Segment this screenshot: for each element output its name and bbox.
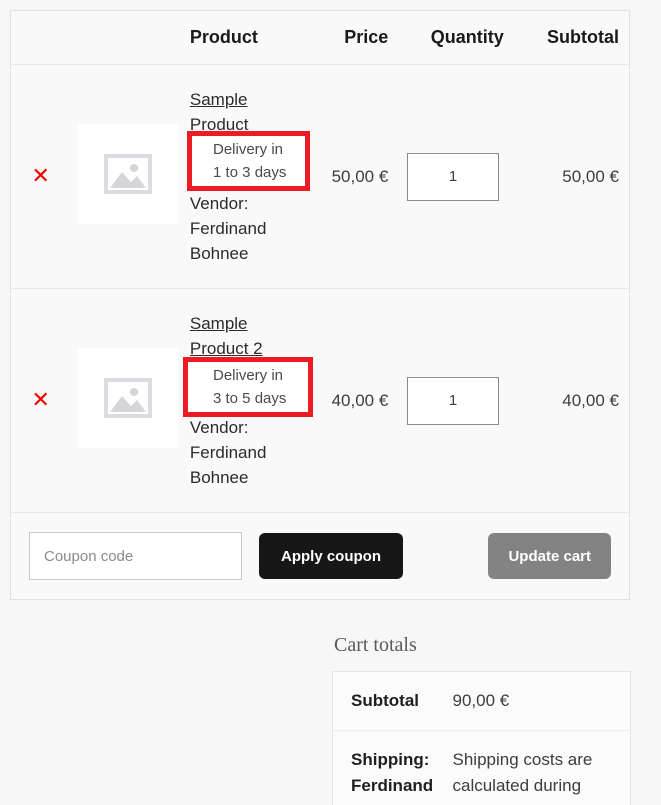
- annotation-text-line-1: Delivery in: [213, 367, 284, 384]
- header-subtotal: Subtotal: [509, 10, 630, 65]
- vendor-name-line-2: Bohnee: [189, 468, 249, 487]
- shop-cart-table: Product Price Quantity Subtotal ✕ Sample…: [10, 10, 630, 600]
- product-subtotal: 50,00 €: [509, 64, 630, 289]
- totals-label-shipping: Shipping: Ferdinand: [332, 730, 453, 805]
- product-price: 50,00 €: [301, 64, 397, 289]
- coupon-cell: Apply coupon Update cart: [11, 513, 630, 600]
- vendor-label: Vendor:: [189, 194, 249, 213]
- totals-row-shipping: Shipping: Ferdinand Shipping costs are c…: [332, 730, 631, 805]
- cart-page: Product Price Quantity Subtotal ✕ Sample…: [0, 0, 661, 805]
- quantity-input[interactable]: [407, 152, 500, 201]
- totals-label-subtotal: Subtotal: [332, 671, 453, 731]
- product-subtotal: 40,00 €: [509, 288, 630, 513]
- product-name-link[interactable]: Sample Product 2: [190, 311, 300, 361]
- image-placeholder-icon: [104, 378, 153, 418]
- totals-row-subtotal: Subtotal 90,00 €: [332, 671, 631, 731]
- header-quantity: Quantity: [396, 10, 510, 65]
- cart-totals-title: Cart totals: [334, 634, 417, 656]
- annotation-text-2: Delivery in 3 to 5 days: [213, 364, 313, 410]
- cart-totals-section: Cart totals Subtotal 90,00 € Shipping: F…: [332, 634, 631, 805]
- totals-value-subtotal: 90,00 €: [452, 671, 631, 731]
- annotation-text-line-1: Delivery in: [213, 141, 284, 158]
- annotation-text-line-2: 1 to 3 days: [213, 164, 287, 181]
- header-remove: [10, 10, 71, 65]
- header-thumbnail: [70, 10, 186, 65]
- remove-item-cell: ✕: [10, 64, 71, 289]
- quantity-cell: [396, 288, 510, 513]
- coupon-code-input[interactable]: [29, 532, 242, 580]
- coupon-row: Apply coupon Update cart: [11, 513, 630, 600]
- annotation-text-1: Delivery in 1 to 3 days: [213, 138, 313, 184]
- product-thumbnail[interactable]: [78, 348, 179, 448]
- remove-item-cell: ✕: [10, 288, 71, 513]
- cart-item-row: ✕ Sample Product Delivery in: [10, 64, 630, 289]
- header-price: Price: [301, 10, 397, 65]
- vendor-name-line-1: Ferdinand: [189, 219, 267, 238]
- product-name-link[interactable]: Sample Product: [190, 87, 300, 137]
- cart-table-header-row: Product Price Quantity Subtotal: [10, 10, 630, 65]
- remove-item-button[interactable]: ✕: [31, 389, 49, 412]
- quantity-cell: [396, 64, 510, 289]
- totals-value-shipping: Shipping costs are calculated during: [452, 730, 631, 805]
- remove-item-button[interactable]: ✕: [31, 165, 49, 188]
- update-cart-button[interactable]: Update cart: [488, 533, 611, 579]
- cart-item-row: ✕ Sample Product 2 Delivery in: [10, 288, 630, 513]
- coupon-actions: Apply coupon Update cart: [29, 513, 611, 599]
- vendor-name-line-1: Ferdinand: [189, 443, 267, 462]
- product-price: 40,00 €: [301, 288, 397, 513]
- cart-totals-table: Subtotal 90,00 € Shipping: Ferdinand Shi…: [332, 671, 631, 805]
- image-placeholder-icon: [104, 154, 153, 194]
- annotation-text-line-2: 3 to 5 days: [213, 390, 287, 407]
- apply-coupon-button[interactable]: Apply coupon: [259, 533, 403, 579]
- product-thumbnail-cell: [70, 64, 186, 289]
- vendor-label: Vendor:: [189, 418, 249, 437]
- header-product: Product: [185, 10, 302, 65]
- vendor-name-line-2: Bohnee: [189, 244, 249, 263]
- quantity-input[interactable]: [407, 376, 500, 425]
- product-thumbnail-cell: [70, 288, 186, 513]
- product-thumbnail[interactable]: [78, 124, 179, 224]
